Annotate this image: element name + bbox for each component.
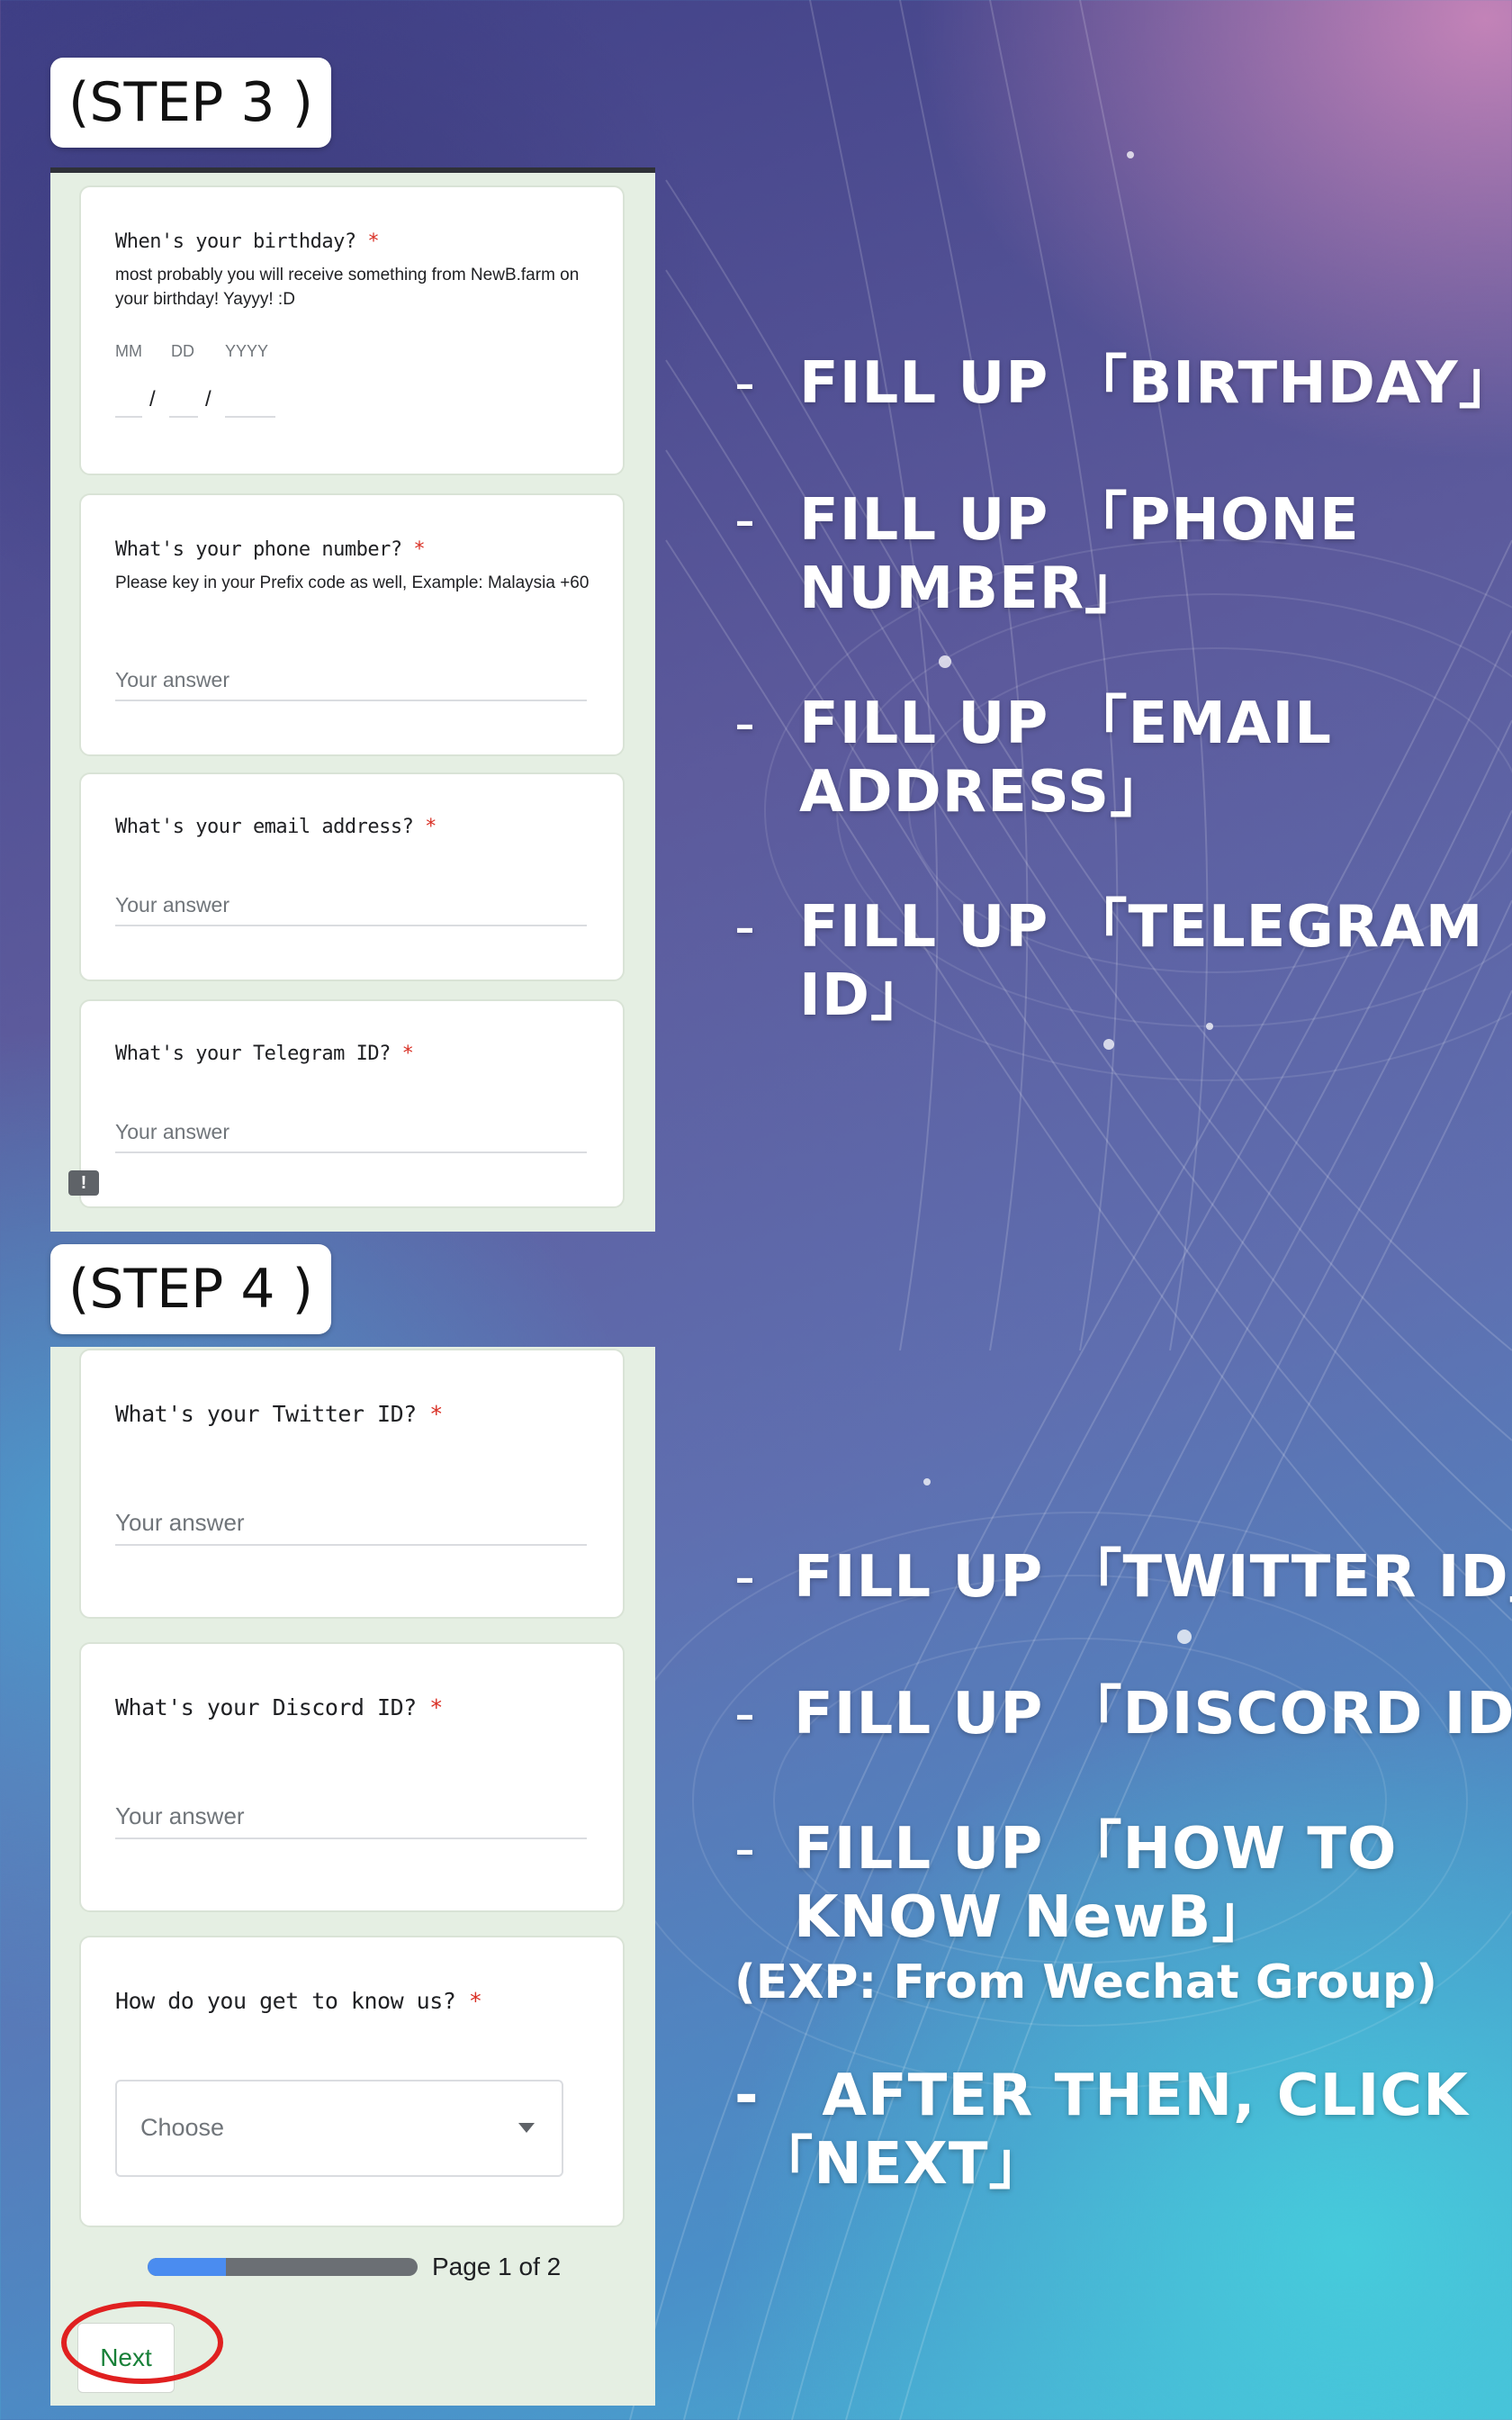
instruction-twitter: - FILL UP 「TWITTER ID」 [734,1544,1512,1611]
dropdown-value: Choose [140,2114,225,2141]
required-asterisk: * [429,1401,443,1427]
day-hint: DD [171,342,194,360]
instruction-click-next: - AFTER THEN, CLICK 「NEXT」 [734,2063,1469,2198]
progress-bar-fill [148,2258,226,2276]
step-3-form-panel: When's your birthday? * most probably yo… [50,167,655,1232]
birthday-month-input[interactable] [115,389,142,418]
birthday-year-input[interactable] [225,389,275,418]
phone-question-card: What's your phone number? * Please key i… [79,493,625,756]
step-4-form-panel: What's your Twitter ID? * Your answer Wh… [50,1347,655,2406]
required-asterisk: * [401,1043,414,1065]
telegram-question-card: What's your Telegram ID? * Your answer [79,999,625,1208]
twitter-question-card: What's your Twitter ID? * Your answer [79,1349,625,1619]
email-answer-input[interactable]: Your answer [115,893,587,926]
telegram-question-title: What's your Telegram ID? * [115,1043,414,1065]
birthday-question-card: When's your birthday? * most probably yo… [79,185,625,475]
page-indicator: Page 1 of 2 [432,2253,562,2280]
email-question-card: What's your email address? * Your answer [79,772,625,981]
email-question-title: What's your email address? * [115,816,436,838]
step-4-label: (STEP 4 ) [50,1244,331,1334]
telegram-answer-input[interactable]: Your answer [115,1120,587,1153]
date-separator: / [149,387,156,411]
twitter-answer-input[interactable]: Your answer [115,1509,587,1546]
feedback-icon[interactable]: ! [68,1170,99,1196]
year-hint: YYYY [225,342,269,360]
birthday-description: most probably you will receive something… [115,266,580,309]
instruction-how-know: - FILL UP 「HOW TO KNOW NewB」 [734,1816,1398,1951]
how-know-dropdown[interactable]: Choose [115,2080,563,2177]
instruction-phone: - FILL UP 「PHONE NUMBER」 [734,487,1360,622]
birthday-question-title: When's your birthday? * [115,230,380,253]
discord-answer-input[interactable]: Your answer [115,1802,587,1839]
required-asterisk: * [425,816,436,838]
next-button[interactable]: Next [77,2323,175,2393]
discord-question-card: What's your Discord ID? * Your answer [79,1642,625,1912]
phone-question-title: What's your phone number? * [115,538,426,561]
phone-answer-input[interactable]: Your answer [115,668,587,701]
instruction-email: - FILL UP 「EMAIL ADDRESS」 [734,691,1333,826]
caret-down-icon [518,2123,535,2133]
date-separator: / [205,387,212,411]
instruction-discord: - FILL UP 「DISCORD ID」 [734,1681,1512,1747]
how-know-question-card: How do you get to know us? * Choose [79,1936,625,2227]
month-hint: MM [115,342,142,360]
phone-description: Please key in your Prefix code as well, … [115,573,590,592]
instruction-telegram: - FILL UP 「TELEGRAM ID」 [734,894,1484,1029]
instruction-how-know-example: (EXP: From Wechat Group) [734,1955,1437,2009]
twitter-question-title: What's your Twitter ID? * [115,1401,443,1427]
required-asterisk: * [429,1694,443,1720]
required-asterisk: * [413,538,426,561]
birthday-day-input[interactable] [169,389,198,418]
instruction-birthday: - FILL UP 「BIRTHDAY」 [734,350,1512,417]
required-asterisk: * [468,1988,482,2014]
step-3-label: (STEP 3 ) [50,58,331,148]
how-know-question-title: How do you get to know us? * [115,1988,482,2014]
discord-question-title: What's your Discord ID? * [115,1694,443,1720]
progress-bar [148,2258,418,2276]
required-asterisk: * [367,230,380,253]
